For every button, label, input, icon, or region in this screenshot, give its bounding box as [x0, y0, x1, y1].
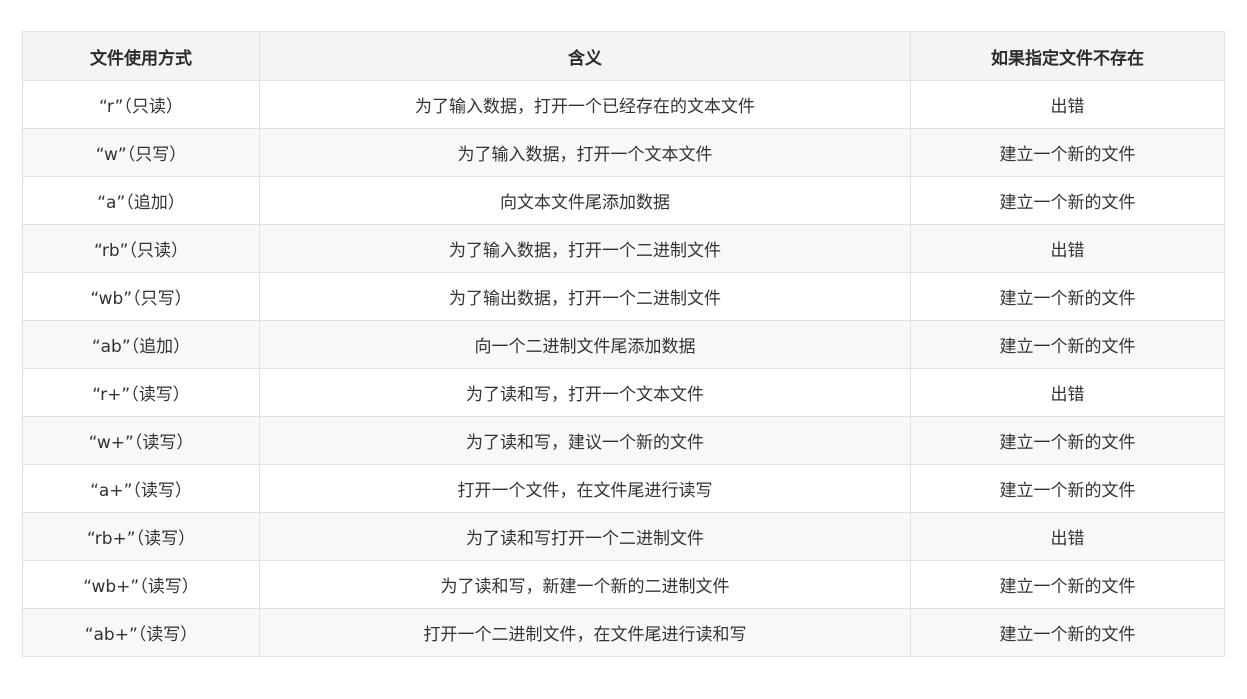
cell-if-missing: 出错: [910, 512, 1225, 561]
table-row: “wb+”（读写） 为了读和写，新建一个新的二进制文件 建立一个新的文件: [22, 560, 1225, 609]
cell-file-mode: “w+”（读写）: [22, 416, 260, 465]
table-row: “ab”（追加） 向一个二进制文件尾添加数据 建立一个新的文件: [22, 320, 1225, 369]
header-if-file-missing: 如果指定文件不存在: [910, 31, 1225, 81]
cell-if-missing: 建立一个新的文件: [910, 272, 1225, 321]
cell-file-mode: “rb”（只读）: [22, 224, 260, 273]
cell-file-mode: “ab+”（读写）: [22, 608, 260, 657]
cell-meaning: 为了输入数据，打开一个已经存在的文本文件: [259, 80, 911, 129]
cell-meaning: 为了读和写，打开一个文本文件: [259, 368, 911, 417]
cell-meaning: 为了输出数据，打开一个二进制文件: [259, 272, 911, 321]
cell-if-missing: 建立一个新的文件: [910, 560, 1225, 609]
table-row: “rb+”（读写） 为了读和写打开一个二进制文件 出错: [22, 512, 1225, 561]
cell-if-missing: 出错: [910, 80, 1225, 129]
cell-if-missing: 出错: [910, 368, 1225, 417]
cell-file-mode: “wb+”（读写）: [22, 560, 260, 609]
cell-meaning: 为了读和写，建议一个新的文件: [259, 416, 911, 465]
cell-meaning: 为了读和写，新建一个新的二进制文件: [259, 560, 911, 609]
cell-file-mode: “r+”（读写）: [22, 368, 260, 417]
table-row: “ab+”（读写） 打开一个二进制文件，在文件尾进行读和写 建立一个新的文件: [22, 608, 1225, 657]
cell-if-missing: 建立一个新的文件: [910, 320, 1225, 369]
cell-if-missing: 建立一个新的文件: [910, 176, 1225, 225]
table-row: “rb”（只读） 为了输入数据，打开一个二进制文件 出错: [22, 224, 1225, 273]
table-row: “w”（只写） 为了输入数据，打开一个文本文件 建立一个新的文件: [22, 128, 1225, 177]
file-mode-table: 文件使用方式 含义 如果指定文件不存在 “r”（只读） 为了输入数据，打开一个已…: [22, 31, 1225, 657]
cell-file-mode: “wb”（只写）: [22, 272, 260, 321]
cell-file-mode: “a+”（读写）: [22, 464, 260, 513]
table-row: “r”（只读） 为了输入数据，打开一个已经存在的文本文件 出错: [22, 80, 1225, 129]
cell-meaning: 打开一个二进制文件，在文件尾进行读和写: [259, 608, 911, 657]
table-row: “a+”（读写） 打开一个文件，在文件尾进行读写 建立一个新的文件: [22, 464, 1225, 513]
table-row: “w+”（读写） 为了读和写，建议一个新的文件 建立一个新的文件: [22, 416, 1225, 465]
cell-file-mode: “r”（只读）: [22, 80, 260, 129]
file-mode-table-container: 文件使用方式 含义 如果指定文件不存在 “r”（只读） 为了输入数据，打开一个已…: [22, 31, 1225, 657]
cell-if-missing: 建立一个新的文件: [910, 416, 1225, 465]
cell-file-mode: “rb+”（读写）: [22, 512, 260, 561]
cell-meaning: 向一个二进制文件尾添加数据: [259, 320, 911, 369]
table-row: “a”（追加） 向文本文件尾添加数据 建立一个新的文件: [22, 176, 1225, 225]
table-body: “r”（只读） 为了输入数据，打开一个已经存在的文本文件 出错 “w”（只写） …: [22, 80, 1225, 657]
cell-file-mode: “ab”（追加）: [22, 320, 260, 369]
table-header: 文件使用方式 含义 如果指定文件不存在: [22, 31, 1225, 81]
cell-meaning: 为了输入数据，打开一个文本文件: [259, 128, 911, 177]
cell-if-missing: 建立一个新的文件: [910, 608, 1225, 657]
cell-meaning: 为了读和写打开一个二进制文件: [259, 512, 911, 561]
cell-if-missing: 出错: [910, 224, 1225, 273]
header-row: 文件使用方式 含义 如果指定文件不存在: [22, 31, 1225, 81]
table-row: “wb”（只写） 为了输出数据，打开一个二进制文件 建立一个新的文件: [22, 272, 1225, 321]
cell-file-mode: “a”（追加）: [22, 176, 260, 225]
table-row: “r+”（读写） 为了读和写，打开一个文本文件 出错: [22, 368, 1225, 417]
cell-if-missing: 建立一个新的文件: [910, 464, 1225, 513]
cell-meaning: 打开一个文件，在文件尾进行读写: [259, 464, 911, 513]
header-file-mode: 文件使用方式: [22, 31, 260, 81]
cell-if-missing: 建立一个新的文件: [910, 128, 1225, 177]
header-meaning: 含义: [259, 31, 911, 81]
cell-file-mode: “w”（只写）: [22, 128, 260, 177]
cell-meaning: 向文本文件尾添加数据: [259, 176, 911, 225]
cell-meaning: 为了输入数据，打开一个二进制文件: [259, 224, 911, 273]
